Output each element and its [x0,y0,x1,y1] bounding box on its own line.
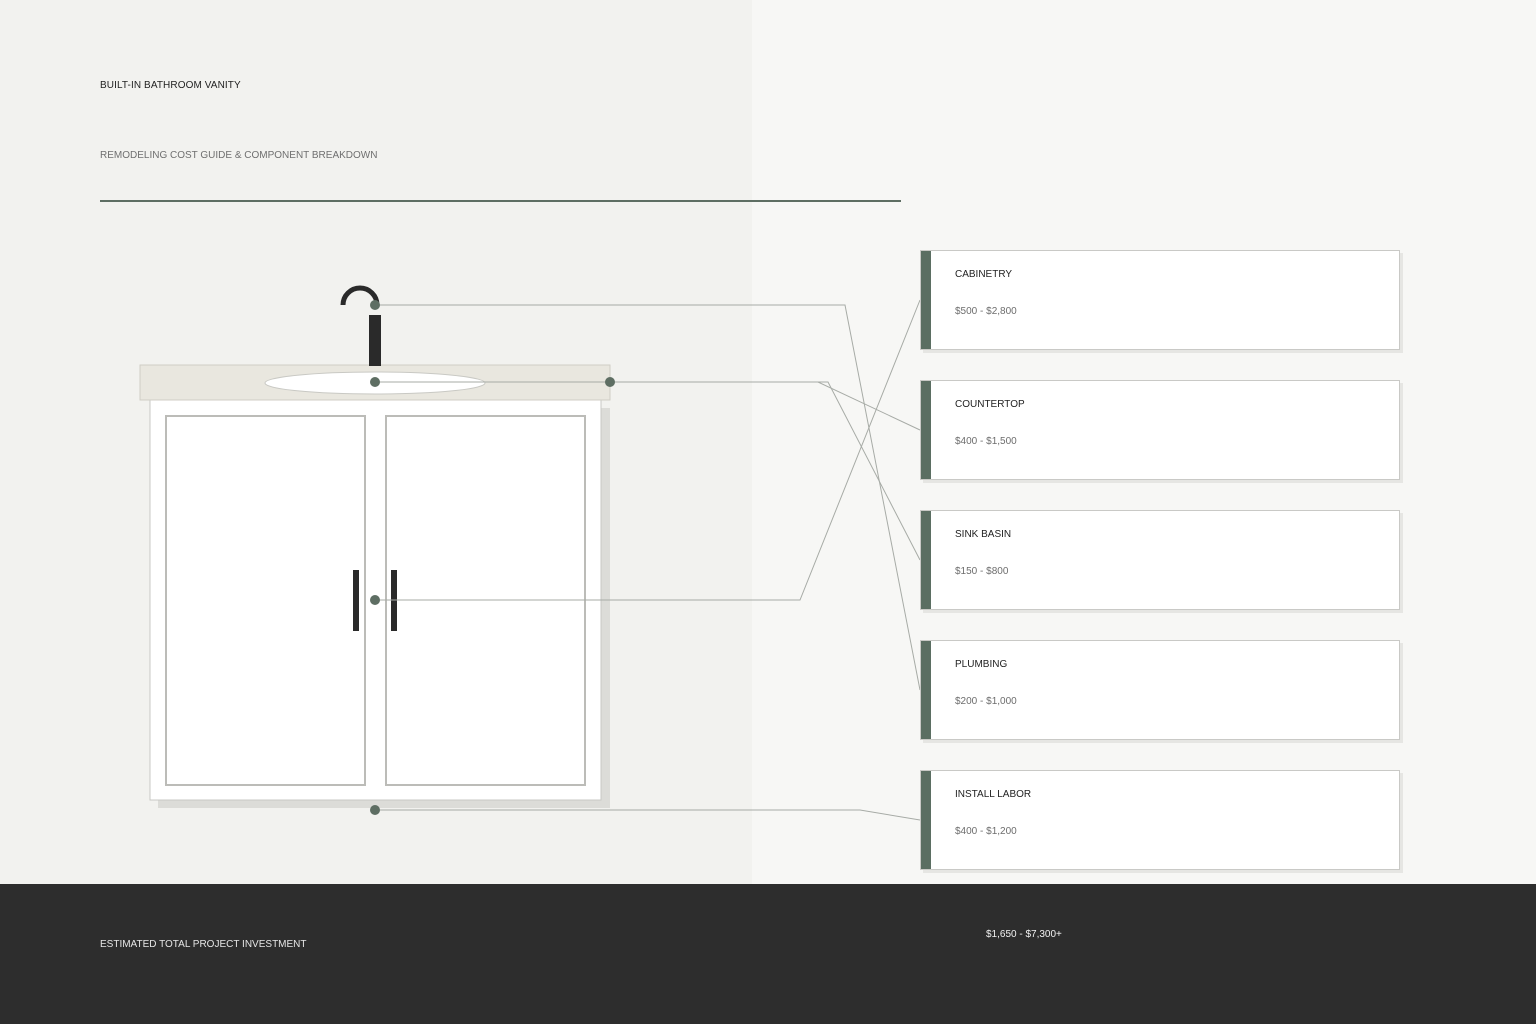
component-card-sink-basin: SINK BASIN $150 - $800 [920,510,1400,610]
component-card-plumbing: PLUMBING $200 - $1,000 [920,640,1400,740]
component-price: $400 - $1,500 [955,436,1017,447]
card-accent-bar [921,251,931,349]
component-name: INSTALL LABOR [955,789,1032,800]
cabinet-door-left [165,415,366,786]
total-label: ESTIMATED TOTAL PROJECT INVESTMENT [100,939,307,950]
anchor-dot-cabinet [370,595,380,605]
component-card-countertop: COUNTERTOP $400 - $1,500 [920,380,1400,480]
card-accent-bar [921,771,931,869]
anchor-dot-sink [370,377,380,387]
footer-bar: ESTIMATED TOTAL PROJECT INVESTMENT $1,65… [0,884,1536,1024]
door-handle-left [353,570,359,631]
component-name: PLUMBING [955,659,1008,670]
component-price: $200 - $1,000 [955,696,1017,707]
leader-line-countertop [610,381,921,431]
component-card-cabinetry: CABINETRY $500 - $2,800 [920,250,1400,350]
leader-line-install-labor [375,809,921,821]
vanity-illustration [139,285,611,808]
card-accent-bar [921,381,931,479]
component-name: SINK BASIN [955,529,1012,540]
component-card-install-labor: INSTALL LABOR $400 - $1,200 [920,770,1400,870]
anchor-dot-countertop [605,377,615,387]
component-name: CABINETRY [955,269,1013,280]
faucet-stem [369,315,381,366]
total-value: $1,650 - $7,300+ [986,929,1062,940]
card-accent-bar [921,511,931,609]
component-name: COUNTERTOP [955,399,1025,410]
anchor-dot-base [370,805,380,815]
component-price: $400 - $1,200 [955,826,1017,837]
component-price: $150 - $800 [955,566,1009,577]
card-accent-bar [921,641,931,739]
component-price: $500 - $2,800 [955,306,1017,317]
anchor-dot-faucet [370,300,380,310]
